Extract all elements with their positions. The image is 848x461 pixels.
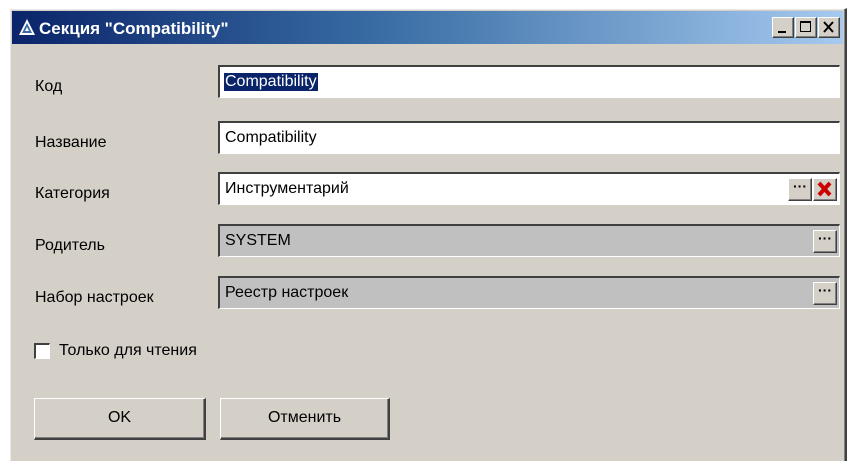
code-label: Код: [35, 78, 63, 95]
cancel-button[interactable]: Отменить: [220, 398, 390, 440]
readonly-checkbox-label[interactable]: Только для чтения: [59, 342, 197, 360]
ellipsis-icon: ···: [793, 178, 807, 194]
settings-set-browse-button[interactable]: ···: [813, 282, 837, 305]
dialog-window: Секция "Compatibility" Код Compatibility…: [9, 8, 847, 461]
ok-button[interactable]: OK: [34, 398, 206, 440]
minimize-button[interactable]: [772, 17, 794, 38]
ellipsis-icon: ···: [818, 282, 832, 298]
category-value[interactable]: Инструментарий: [225, 180, 349, 198]
category-clear-button[interactable]: [813, 178, 837, 201]
ellipsis-icon: ···: [818, 230, 832, 246]
app-logo-icon: [19, 19, 35, 35]
settings-set-label: Набор настроек: [35, 289, 154, 306]
name-label: Название: [35, 134, 107, 151]
maximize-icon: [800, 21, 811, 32]
category-label: Категория: [35, 185, 110, 202]
parent-browse-button[interactable]: ···: [813, 230, 837, 253]
close-icon: [823, 21, 834, 33]
parent-value: SYSTEM: [225, 232, 291, 249]
settings-set-value: Реестр настроек: [225, 284, 349, 301]
category-field[interactable]: Инструментарий ···: [218, 172, 840, 205]
category-browse-button[interactable]: ···: [788, 178, 812, 201]
code-value[interactable]: Compatibility: [224, 73, 318, 91]
maximize-button[interactable]: [795, 17, 817, 38]
close-button[interactable]: [818, 17, 840, 38]
title-bar[interactable]: Секция "Compatibility": [12, 11, 843, 44]
settings-set-field: Реестр настроек ···: [218, 276, 840, 309]
window-title: Секция "Compatibility": [39, 19, 229, 38]
minimize-icon: [778, 31, 786, 33]
clear-icon: [817, 181, 832, 197]
readonly-checkbox[interactable]: [34, 343, 50, 359]
name-field[interactable]: Compatibility: [218, 121, 840, 154]
parent-field: SYSTEM ···: [218, 224, 840, 257]
parent-label: Родитель: [35, 237, 105, 254]
code-field[interactable]: Compatibility: [218, 65, 840, 98]
name-value[interactable]: Compatibility: [225, 129, 317, 147]
